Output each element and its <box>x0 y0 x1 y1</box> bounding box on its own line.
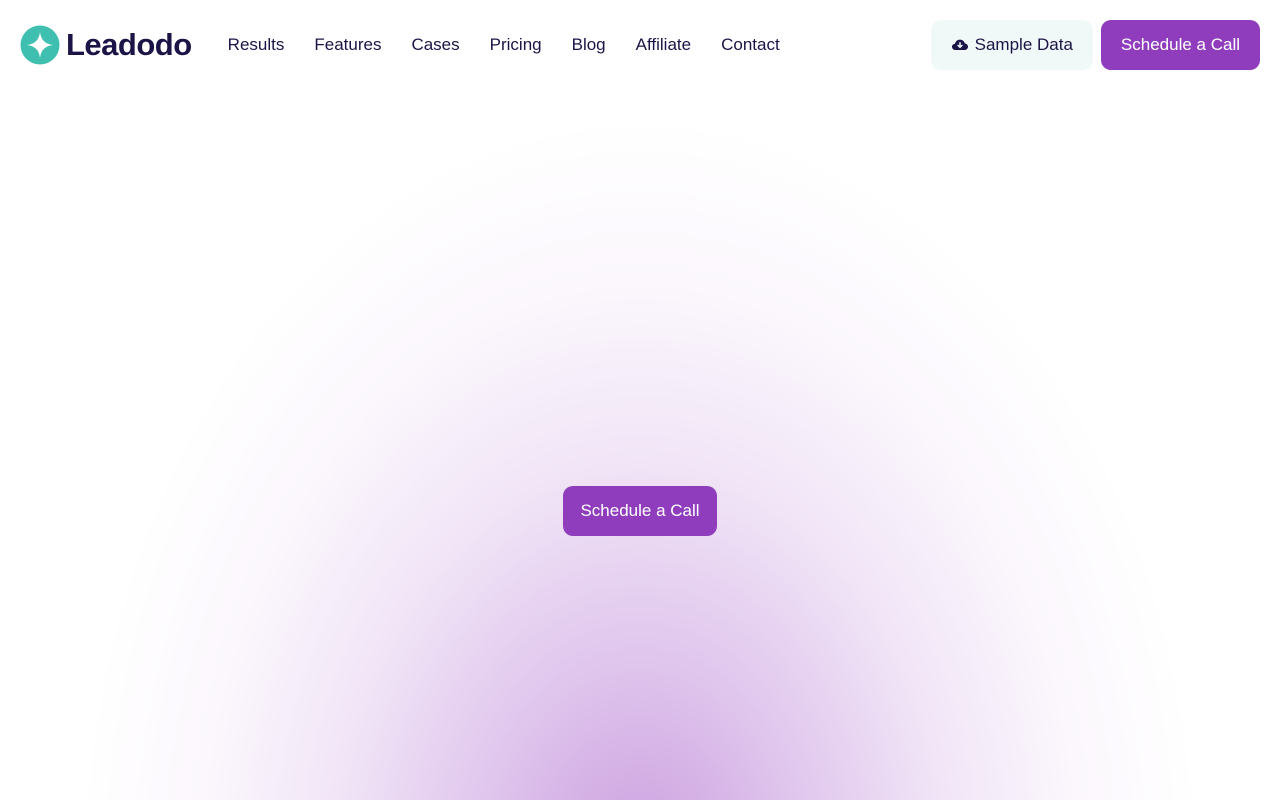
nav-item-contact[interactable]: Contact <box>721 35 780 55</box>
main-nav: Results Features Cases Pricing Blog Affi… <box>228 35 780 55</box>
header-actions: Sample Data Schedule a Call <box>930 20 1260 70</box>
site-header: Leadodo Results Features Cases Pricing B… <box>0 0 1280 90</box>
cloud-download-icon <box>951 36 969 54</box>
nav-item-affiliate[interactable]: Affiliate <box>636 35 691 55</box>
hero-background-glow <box>0 90 1280 800</box>
nav-item-pricing[interactable]: Pricing <box>490 35 542 55</box>
nav-item-cases[interactable]: Cases <box>411 35 459 55</box>
nav-item-blog[interactable]: Blog <box>572 35 606 55</box>
sample-data-button[interactable]: Sample Data <box>930 20 1093 70</box>
page: Leadodo Results Features Cases Pricing B… <box>0 0 1280 800</box>
nav-item-features[interactable]: Features <box>314 35 381 55</box>
logo-link[interactable]: Leadodo <box>20 25 192 65</box>
sample-data-label: Sample Data <box>974 35 1073 54</box>
header-schedule-call-button[interactable]: Schedule a Call <box>1100 20 1260 70</box>
nav-item-results[interactable]: Results <box>228 35 285 55</box>
hero-schedule-call-button[interactable]: Schedule a Call <box>563 486 717 536</box>
brand-name: Leadodo <box>66 27 192 62</box>
leadodo-logo-icon <box>20 25 60 65</box>
